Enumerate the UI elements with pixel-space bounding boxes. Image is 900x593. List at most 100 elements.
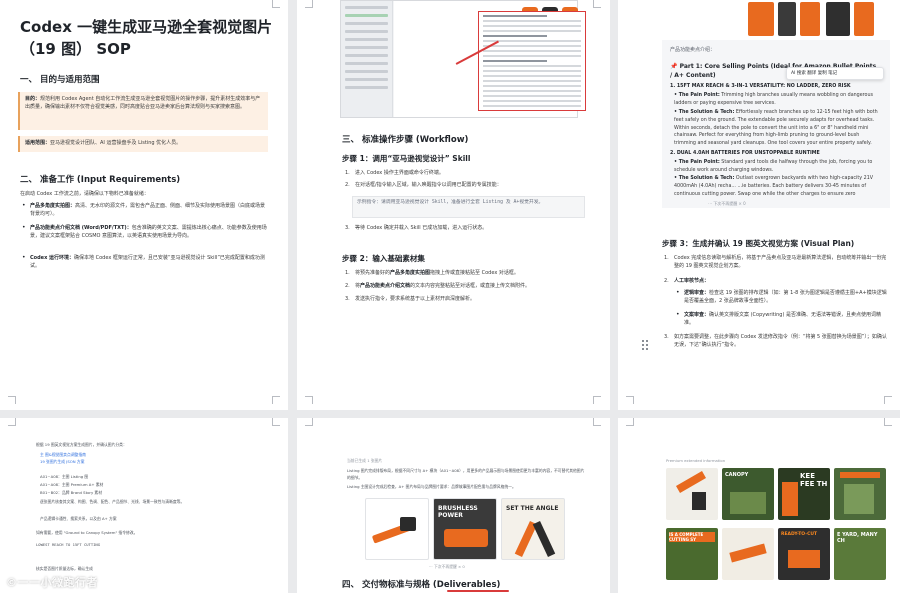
list-item: A01~A08：主图 Premium A+ 素材	[40, 482, 104, 487]
prep-bullet: 产品功能卖点介绍文档 (Word/PDF/TXT)：包含准确的英文文案、需提炼出…	[22, 224, 268, 240]
bullet-label: Codex 运行环境：	[30, 255, 75, 261]
product-image	[778, 2, 796, 36]
link-text[interactable]: 19 张图片生成 JSON 方案	[40, 459, 84, 464]
section-3-heading: 三、 标准操作步骤 (Workflow)	[342, 135, 469, 145]
gallery-image: KEE FEE TH	[778, 468, 830, 520]
review-text: 检查这 19 张图的排布逻辑（如：第 1-8 张为图逻辑是否遵循主图+A+模块逻…	[684, 290, 887, 304]
codex-screenshot	[340, 0, 586, 118]
product-image	[782, 482, 798, 516]
bullet-label: 产品多角度实拍图：	[30, 203, 76, 209]
image-text: E YARD, MANY CH	[837, 532, 878, 544]
doc-link[interactable]: 19 张图片生成 JSON 方案	[40, 459, 84, 466]
intro-text: 根据 19 图英文视觉方案生成图片，并确认图片分类：	[36, 442, 127, 447]
document-page-1: Codex 一键生成亚马逊全套视觉图片（19 图） SOP 一、 目的与适用范围…	[0, 0, 288, 410]
reminder-bar[interactable]: ⋯ 下次不再提醒 × 0	[429, 564, 465, 571]
product-image	[532, 520, 556, 558]
crop-mark	[884, 396, 892, 404]
feature-line: • The Solution & Tech: Effortlessly reac…	[670, 109, 882, 148]
crop-mark	[272, 396, 280, 404]
document-page-5: 当前已生成 1 张图片 Listing 图片完成排版布局，根据不同尺寸与 A+ …	[297, 418, 610, 593]
review-label: 文案审查：	[684, 312, 710, 318]
scene-image	[844, 484, 874, 514]
feature-label: • The Solution & Tech:	[674, 176, 735, 181]
step-2-item-bold: 产品多角度实拍图	[390, 270, 431, 276]
gallery-image	[666, 468, 718, 520]
gallery-image	[722, 528, 774, 580]
crop-mark	[884, 418, 892, 426]
step-3-item-text: 人工审核节点：	[674, 278, 710, 284]
image-text: READY-TO-CUT	[781, 532, 818, 537]
paragraph: Listing 图片完成排版布局，根据不同尺寸与 A+ 模块（A01~A08），…	[347, 468, 585, 480]
watermark: ©一一小微跑行者	[6, 576, 98, 589]
card-title: SET THE ANGLE	[506, 505, 559, 512]
scope-text: 亚马逊视觉设计团队、AI 运营操盘手及 Listing 优化人员。	[50, 140, 182, 146]
document-page-2: 三、 标准操作步骤 (Workflow) 步骤 1：调用“亚马逊视觉设计” Sk…	[297, 0, 610, 410]
list-item: B01~B02：品牌 Brand Story 素材	[40, 490, 102, 495]
feature-heading: 2. DUAL 4.0AH BATTERIES FOR UNSTOPPABLE …	[670, 151, 820, 156]
drag-handle-icon[interactable]	[642, 340, 650, 352]
step-2-item-bold: 产品功能卖点介绍文档	[360, 283, 411, 289]
purpose-callout: 目的：规范利用 Codex Agent 自动化工作流生成亚马逊全套视觉图片的操作…	[18, 92, 268, 130]
step-3-item-text: 如方案需要调整，在此步骤向 Codex 发送修改指令（例：“将第 5 张图替换为…	[674, 334, 887, 348]
step-1-item-text: 进入 Codex 操作主界面或命令行终端。	[355, 170, 444, 176]
review-text: 确认英文排版文案 (Copywriting) 是否准确、无语法等错误，且卖点使用…	[684, 312, 882, 326]
feature-text: Effortlessly reach branches up to 12-15 …	[674, 110, 878, 147]
feature-line: 2. DUAL 4.0AH BATTERIES FOR UNSTOPPABLE …	[670, 150, 882, 158]
doc-link[interactable]: 主 图&视觉图卖点调整指南	[40, 452, 86, 459]
step-2-item: 3. 发送执行指令，要求系统基于以上素材开启深度解析。	[345, 296, 476, 302]
bottom-text: 核实是否图片质量达标，确认生成	[36, 566, 93, 571]
crop-mark	[305, 0, 313, 8]
highlighted-output-box	[478, 11, 586, 111]
step-3-item: 3. 如方案需要调整，在此步骤向 Codex 发送修改指令（例：“将第 5 张图替…	[664, 334, 887, 348]
gallery-image: CANOPY	[722, 468, 774, 520]
prep-bullet: 产品多角度实拍图：高清、无水印的源文件，需包含产品正面、侧面、细节及实际使用场景…	[22, 202, 268, 218]
feature-line: • The Pain Point: Standard yard tools di…	[670, 159, 882, 175]
floating-toolbar[interactable]: AI 搜索 翻译 复制 笔记	[786, 67, 884, 80]
product-image	[800, 2, 820, 36]
step-3-heading: 步骤 3：生成并确认 19 图英文视觉方案 (Visual Plan)	[662, 239, 855, 248]
purpose-label: 目的：	[25, 96, 41, 102]
product-image	[444, 529, 488, 547]
screenshot-sidebar	[341, 1, 393, 117]
product-image	[826, 2, 850, 36]
feature-heading: 1. 15FT MAX REACH & 3-IN-1 VERSATILITY: …	[670, 84, 851, 89]
step-2-item: 1. 将预先准备好的产品多角度实拍图拖拽上传或直接粘贴至 Codex 对话框。	[345, 270, 519, 276]
bullet-label: 产品功能卖点介绍文档 (Word/PDF/TXT)：	[30, 225, 132, 231]
section-header: Premium extended information	[666, 458, 726, 463]
image-caption: 当前已生成 1 张图片	[347, 458, 383, 463]
crop-mark	[8, 396, 16, 404]
banner	[840, 472, 880, 478]
feature-line: • The Solution & Tech: Outlast overgrown…	[670, 175, 882, 199]
step-3-item: 1. Codex 完成信息读取与解析后，将基于产品卖点及亚马逊最新算法逻辑，自动统…	[664, 255, 887, 269]
step-2-item-text: 将预先准备好的	[355, 270, 391, 276]
paragraph: Listing 主图设计完成后检查，A+ 图片布局与品牌图片要求：品牌故事图片配…	[347, 484, 516, 489]
scope-callout: 适用范围：亚马逊视觉设计团队、AI 运营操盘手及 Listing 优化人员。	[18, 136, 268, 152]
step-1-item: 2. 在对话框/指令输入区域，输入唤醒指令以调用已配置的专属技能：	[345, 182, 502, 188]
document-title: Codex 一键生成亚马逊全套视觉图片（19 图） SOP	[20, 18, 273, 58]
list-item: 逐张图片核查其文案、构图、色调、配色、产品细节、光线、场景一致性与清晰度等。	[40, 499, 185, 504]
product-image	[854, 2, 874, 36]
section-1-heading: 一、 目的与适用范围	[20, 75, 100, 85]
product-card: BRUSHLESS POWER	[433, 498, 497, 560]
review-label: 逻辑审查：	[684, 290, 710, 296]
step-1-item: 3. 等待 Codex 确定并载入 Skill 已成功加载，进入运行状态。	[345, 225, 488, 231]
heading-underline	[447, 590, 509, 592]
crop-mark	[626, 396, 634, 404]
code-line: LOWEST REACH TO 15FT CUTTING	[36, 542, 101, 547]
list-item: 产品逻辑卡通性、搜索关系，以及由 A+ 方案	[40, 516, 117, 521]
gallery-image: E YARD, MANY CH	[834, 528, 886, 580]
step-3-item: 2. 人工审核节点：	[664, 278, 710, 284]
crop-mark	[593, 0, 601, 8]
scene-image	[730, 492, 766, 514]
product-image	[788, 550, 820, 568]
step-1-heading: 步骤 1：调用“亚马逊视觉设计” Skill	[342, 154, 471, 163]
product-image	[729, 543, 767, 563]
link-text[interactable]: 主 图&视觉图卖点调整指南	[40, 452, 86, 457]
image-text: IS A COMPLETE CUTTING SY	[669, 532, 715, 542]
reminder-bar[interactable]: ⋯ 下次不再提醒 × 0	[708, 201, 746, 207]
crop-mark	[626, 418, 634, 426]
pin-icon: 📌	[670, 63, 678, 70]
verify-text: 如有需要，使用 "Ground to Canopy System" 指令修改。	[36, 530, 138, 535]
document-page-6: Premium extended information CANOPY KEE …	[618, 418, 900, 593]
crop-mark	[305, 418, 313, 426]
